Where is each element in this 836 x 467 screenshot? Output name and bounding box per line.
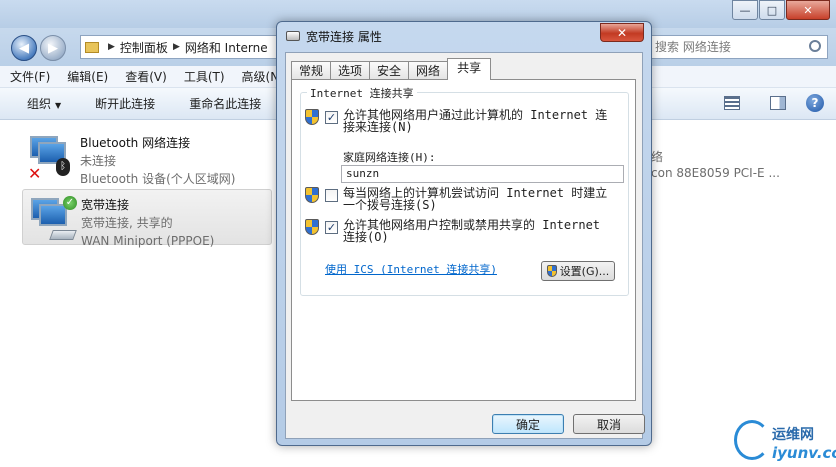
connection-name: 宽带连接 bbox=[81, 198, 130, 212]
ics-help-link[interactable]: 使用 ICS (Internet 连接共享) bbox=[325, 261, 497, 277]
view-controls: ? bbox=[724, 94, 824, 112]
forward-button[interactable]: ▶ bbox=[40, 35, 66, 61]
allow-control-option: ✓ 允许其他网络用户控制或禁用共享的 Internet 连接(O) bbox=[305, 219, 625, 247]
connected-check-icon: ✓ bbox=[63, 196, 77, 210]
menu-view[interactable]: 查看(V) bbox=[125, 68, 167, 85]
network-connection-icon: ✓ bbox=[27, 194, 77, 240]
connection-status: 未连接 bbox=[80, 154, 117, 168]
organize-label: 组织 bbox=[27, 97, 52, 111]
disconnect-button[interactable]: 断开此连接 bbox=[95, 95, 155, 112]
menu-tools[interactable]: 工具(T) bbox=[184, 68, 225, 85]
connection-name: Bluetooth 网络连接 bbox=[80, 136, 191, 150]
maximize-button[interactable]: □ bbox=[759, 0, 785, 20]
menu-file[interactable]: 文件(F) bbox=[10, 68, 50, 85]
back-button[interactable]: ◀ bbox=[11, 35, 37, 61]
broadband-icon bbox=[286, 31, 300, 41]
ok-button[interactable]: 确定 bbox=[492, 414, 564, 434]
home-network-label: 家庭网络连接(H): bbox=[343, 151, 436, 164]
dialup-checkbox[interactable] bbox=[325, 189, 338, 202]
organize-button[interactable]: 组织 ▼ bbox=[27, 95, 61, 112]
tab-options[interactable]: 选项 bbox=[330, 61, 371, 80]
minimize-button[interactable]: — bbox=[732, 0, 758, 20]
allow-control-label[interactable]: 允许其他网络用户控制或禁用共享的 Internet 连接(O) bbox=[343, 219, 615, 243]
tab-sharing[interactable]: 共享 bbox=[447, 58, 492, 80]
breadcrumb-item[interactable]: 网络和 Interne bbox=[185, 39, 268, 56]
logo-ring-icon bbox=[734, 420, 770, 460]
connection-details: 宽带连接 宽带连接, 共享的 WAN Miniport (PPPOE) bbox=[81, 196, 214, 250]
settings-button[interactable]: 设置(G)... bbox=[541, 261, 615, 281]
cancel-button[interactable]: 取消 bbox=[573, 414, 645, 434]
chevron-right-icon: ▶ bbox=[108, 42, 115, 52]
connection-device-partial: con 88E8059 PCI-E ... bbox=[651, 166, 780, 180]
rename-button[interactable]: 重命名此连接 bbox=[189, 95, 261, 112]
connection-details: Bluetooth 网络连接 未连接 Bluetooth 设备(个人区域网) bbox=[80, 134, 235, 188]
search-input[interactable]: 搜索 网络连接 bbox=[648, 35, 828, 59]
dialog-close-button[interactable]: ✕ bbox=[600, 23, 644, 42]
settings-button-label: 设置(G)... bbox=[559, 265, 610, 278]
dialog-body: 常规 选项 安全 网络 共享 Internet 连接共享 ✓ 允许其他网络用户通… bbox=[285, 52, 645, 439]
watermark-en: iyunv.com bbox=[772, 444, 836, 462]
connection-status-partial: 络 bbox=[651, 150, 664, 164]
group-title: Internet 连接共享 bbox=[307, 85, 417, 101]
breadcrumb-item[interactable]: 控制面板 bbox=[120, 39, 168, 56]
search-placeholder: 搜索 网络连接 bbox=[655, 40, 731, 54]
window-controls: — □ ✕ bbox=[731, 0, 830, 20]
connection-device: WAN Miniport (PPPOE) bbox=[81, 234, 215, 248]
view-options-icon[interactable] bbox=[724, 96, 740, 110]
allow-sharing-option: ✓ 允许其他网络用户通过此计算机的 Internet 连接来连接(N) bbox=[305, 109, 625, 137]
dropdown-arrow-icon: ▼ bbox=[55, 101, 62, 110]
list-item-bluetooth[interactable]: ✕ ᛒ Bluetooth 网络连接 未连接 Bluetooth 设备(个人区域… bbox=[22, 128, 272, 186]
modem-icon bbox=[49, 230, 77, 240]
tab-general[interactable]: 常规 bbox=[291, 61, 332, 80]
dialup-label[interactable]: 每当网络上的计算机尝试访问 Internet 时建立一个拨号连接(S) bbox=[343, 187, 615, 211]
home-network-field[interactable]: sunzn bbox=[341, 165, 624, 183]
allow-control-checkbox[interactable]: ✓ bbox=[325, 221, 338, 234]
watermark-logo: 运维网 iyunv.com bbox=[732, 418, 836, 466]
properties-dialog: 宽带连接 属性 ✕ 常规 选项 安全 网络 共享 Internet 连接共享 ✓… bbox=[276, 21, 652, 446]
search-icon[interactable] bbox=[809, 40, 821, 52]
dialog-title: 宽带连接 属性 bbox=[306, 30, 382, 44]
connection-device: Bluetooth 设备(个人区域网) bbox=[80, 172, 236, 186]
address-bar[interactable]: ▶ 控制面板 ▶ 网络和 Interne bbox=[80, 35, 280, 59]
folder-icon bbox=[85, 41, 99, 53]
sharing-panel: Internet 连接共享 ✓ 允许其他网络用户通过此计算机的 Internet… bbox=[291, 79, 636, 401]
uac-shield-icon bbox=[305, 109, 319, 125]
preview-pane-icon[interactable] bbox=[770, 96, 786, 110]
close-button[interactable]: ✕ bbox=[786, 0, 830, 20]
monitor-icon bbox=[39, 204, 67, 226]
uac-shield-icon bbox=[546, 265, 557, 277]
tab-networking[interactable]: 网络 bbox=[408, 61, 449, 80]
ics-group: Internet 连接共享 ✓ 允许其他网络用户通过此计算机的 Internet… bbox=[300, 85, 629, 296]
allow-sharing-checkbox[interactable]: ✓ bbox=[325, 111, 338, 124]
disconnected-icon: ✕ bbox=[28, 164, 42, 183]
tab-strip: 常规 选项 安全 网络 共享 bbox=[291, 58, 492, 80]
bluetooth-icon: ᛒ bbox=[56, 158, 70, 176]
list-item-broadband[interactable]: ✓ 宽带连接 宽带连接, 共享的 WAN Miniport (PPPOE) bbox=[22, 189, 272, 248]
help-icon[interactable]: ? bbox=[806, 94, 824, 112]
uac-shield-icon bbox=[305, 187, 319, 203]
tab-security[interactable]: 安全 bbox=[369, 61, 410, 80]
uac-shield-icon bbox=[305, 219, 319, 235]
dialup-option: 每当网络上的计算机尝试访问 Internet 时建立一个拨号连接(S) bbox=[305, 187, 625, 215]
menu-edit[interactable]: 编辑(E) bbox=[67, 68, 108, 85]
chevron-right-icon: ▶ bbox=[172, 42, 180, 52]
network-connection-icon: ✕ ᛒ bbox=[26, 132, 70, 183]
watermark-cn: 运维网 bbox=[772, 427, 814, 443]
connection-status: 宽带连接, 共享的 bbox=[81, 216, 173, 230]
allow-sharing-label[interactable]: 允许其他网络用户通过此计算机的 Internet 连接来连接(N) bbox=[343, 109, 615, 133]
